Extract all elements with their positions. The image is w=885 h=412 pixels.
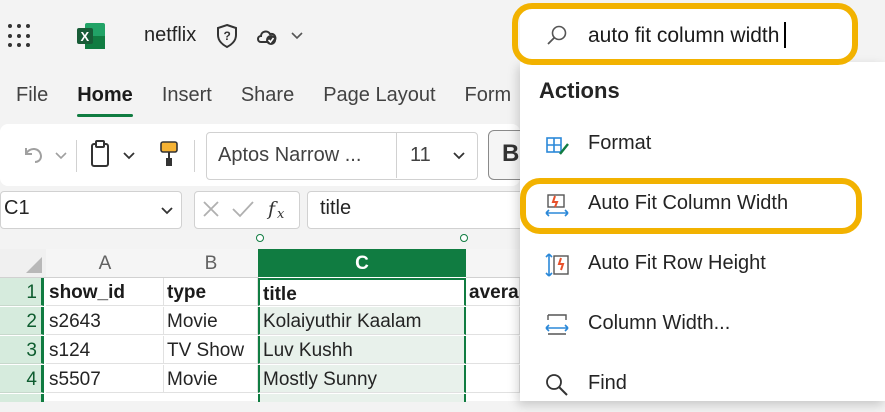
tab-share[interactable]: Share xyxy=(241,72,294,120)
search-icon xyxy=(547,25,567,45)
cell-d3[interactable] xyxy=(466,336,520,364)
action-label: Format xyxy=(588,132,652,154)
svg-text:?: ? xyxy=(224,29,231,43)
action-auto-fit-row-height[interactable]: Auto Fit Row Height xyxy=(520,236,885,292)
tab-home[interactable]: Home xyxy=(77,72,133,120)
select-all-corner[interactable] xyxy=(0,249,47,278)
format-icon xyxy=(546,137,569,155)
cell-c4[interactable]: Mostly Sunny xyxy=(258,365,466,393)
toolbar-divider xyxy=(76,140,77,172)
cell-c2[interactable]: Kolaiyuthir Kaalam xyxy=(258,307,466,335)
chevron-down-icon[interactable] xyxy=(290,28,304,42)
confirm-icon[interactable] xyxy=(230,198,256,220)
cell-c1-active[interactable]: title xyxy=(258,278,466,306)
column-header-d[interactable] xyxy=(466,249,521,278)
shield-icon[interactable]: ? xyxy=(214,23,240,49)
cell-b3[interactable]: TV Show xyxy=(164,336,258,364)
tab-insert[interactable]: Insert xyxy=(162,72,212,120)
selection-handle[interactable] xyxy=(460,234,468,242)
undo-dropdown-icon[interactable] xyxy=(54,148,68,162)
chevron-down-icon[interactable] xyxy=(160,203,174,217)
insert-function-icon[interactable]: f x xyxy=(266,196,292,222)
ribbon-tabs: File Home Insert Share Page Layout Form xyxy=(0,72,520,120)
row-header[interactable]: 3 xyxy=(0,336,44,364)
action-highlight xyxy=(520,178,862,234)
cell-a4[interactable]: s5507 xyxy=(46,365,164,393)
tab-formulas[interactable]: Form xyxy=(465,72,512,120)
undo-icon[interactable] xyxy=(20,140,46,166)
tab-file[interactable]: File xyxy=(16,72,48,120)
app-launcher-icon[interactable] xyxy=(8,24,32,48)
cancel-icon[interactable] xyxy=(200,198,222,220)
autofit-row-icon xyxy=(545,253,569,277)
cloud-saved-icon[interactable] xyxy=(256,26,278,46)
actions-section-title: Actions xyxy=(539,78,620,103)
row-header[interactable]: 1 xyxy=(0,278,44,306)
column-width-icon xyxy=(545,314,569,335)
cell-a3[interactable]: s124 xyxy=(46,336,164,364)
cell-d1[interactable]: averag xyxy=(466,278,520,306)
action-find[interactable]: Find xyxy=(520,356,885,412)
text-caret xyxy=(784,22,786,48)
selection-handle[interactable] xyxy=(256,234,264,242)
svg-text:X: X xyxy=(81,29,90,44)
cell-reference: C1 xyxy=(4,197,30,219)
font-name-field[interactable]: Aptos Narrow ... xyxy=(218,144,361,167)
cell-d2[interactable] xyxy=(466,307,520,335)
action-label: Auto Fit Row Height xyxy=(588,252,766,274)
tab-page-layout[interactable]: Page Layout xyxy=(323,72,435,120)
cell-d4[interactable] xyxy=(466,365,520,393)
font-box-divider xyxy=(396,132,397,178)
cell-b2[interactable]: Movie xyxy=(164,307,258,335)
spreadsheet-grid: A B C 1 show_id type title averag 2 s264… xyxy=(0,249,521,402)
format-painter-icon[interactable] xyxy=(158,140,180,168)
svg-text:x: x xyxy=(277,207,285,222)
cell-b1[interactable]: type xyxy=(164,278,258,306)
action-format[interactable]: Format xyxy=(520,116,885,172)
column-header-a[interactable]: A xyxy=(46,249,165,278)
clipboard-icon[interactable] xyxy=(88,140,112,168)
chevron-down-icon[interactable] xyxy=(122,148,136,162)
cell-a2[interactable]: s2643 xyxy=(46,307,164,335)
row-header[interactable]: 2 xyxy=(0,307,44,335)
search-input[interactable]: auto fit column width xyxy=(588,24,779,48)
font-size-field[interactable]: 11 xyxy=(410,144,431,167)
action-column-width[interactable]: Column Width... xyxy=(520,296,885,352)
cell-c3[interactable]: Luv Kushh xyxy=(258,336,466,364)
file-name[interactable]: netflix xyxy=(144,24,196,47)
action-label: Find xyxy=(588,372,627,394)
cell-b4[interactable]: Movie xyxy=(164,365,258,393)
excel-logo-icon: X xyxy=(77,23,105,49)
column-header-b[interactable]: B xyxy=(164,249,259,278)
bold-label: B xyxy=(502,140,520,167)
action-label: Column Width... xyxy=(588,312,731,334)
select-all-icon xyxy=(26,257,42,273)
row-header[interactable]: 4 xyxy=(0,365,44,393)
column-header-c[interactable]: C xyxy=(258,249,467,277)
search-icon xyxy=(546,374,568,396)
chevron-down-icon[interactable] xyxy=(452,148,466,162)
formula-value: title xyxy=(320,197,352,219)
toolbar-divider xyxy=(194,140,195,172)
cell-a1[interactable]: show_id xyxy=(46,278,164,306)
